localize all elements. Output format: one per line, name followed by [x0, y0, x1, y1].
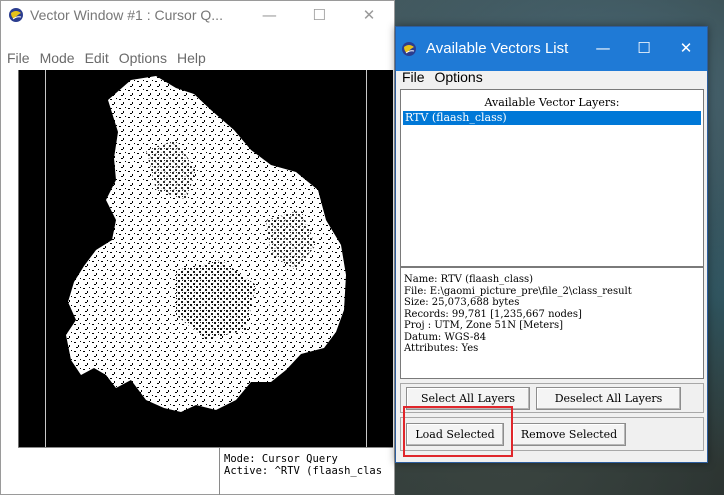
info-datum: Datum: WGS-84	[404, 331, 487, 343]
info-file: File: E:\gaomi_picture_pre\file_2\class_…	[404, 285, 632, 297]
info-attributes: Attributes: Yes	[404, 343, 479, 354]
info-records: Records: 99,781 [1,235,667 nodes]	[404, 308, 582, 320]
avl-titlebar[interactable]: Available Vectors List — ☐ ✕	[396, 27, 707, 71]
maximize-button[interactable]: ☐	[624, 36, 664, 60]
envi-globe-icon	[8, 7, 24, 23]
menu-mode[interactable]: Mode	[40, 50, 75, 66]
envi-globe-icon	[401, 41, 417, 57]
menu-options[interactable]: Options	[119, 50, 167, 66]
menu-file[interactable]: File	[402, 69, 425, 85]
minimize-button[interactable]: —	[244, 1, 294, 29]
maximize-button[interactable]: ☐	[294, 1, 344, 29]
status-active-layer: Active: ^RTV (flaash_clas	[224, 465, 383, 477]
menu-edit[interactable]: Edit	[85, 50, 109, 66]
vector-layers-list[interactable]: Available Vector Layers: RTV (flaash_cla…	[400, 89, 704, 267]
vector-window: Vector Window #1 : Cursor Q... — ☐ ✕ Fil…	[0, 0, 395, 495]
close-button[interactable]: ✕	[344, 1, 394, 29]
status-divider	[219, 448, 220, 495]
vector-window-titlebar[interactable]: Vector Window #1 : Cursor Q... — ☐ ✕	[1, 1, 394, 29]
layers-header: Available Vector Layers:	[484, 96, 620, 109]
minimize-button[interactable]: —	[583, 36, 623, 60]
available-vectors-window: Available Vectors List — ☐ ✕ File Option…	[395, 26, 708, 463]
remove-selected-button[interactable]: Remove Selected	[512, 423, 626, 446]
info-proj: Proj : UTM, Zone 51N [Meters]	[404, 320, 564, 331]
info-size: Size: 25,073,688 bytes	[404, 297, 520, 308]
avl-title: Available Vectors List	[426, 40, 569, 57]
avl-menubar: File Options	[402, 69, 489, 87]
deselect-all-layers-button[interactable]: Deselect All Layers	[536, 387, 681, 410]
vector-window-menubar: File Mode Edit Options Help	[1, 47, 394, 69]
layer-item-rtv[interactable]: RTV (flaash_class)	[403, 111, 701, 125]
vector-map-canvas[interactable]	[45, 70, 367, 447]
layer-info-panel: Name: RTV (flaash_class) File: E:\gaomi_…	[400, 267, 704, 379]
menu-options[interactable]: Options	[434, 69, 482, 85]
menu-help[interactable]: Help	[177, 50, 206, 66]
status-mode: Mode: Cursor Query	[224, 453, 338, 465]
map-frame	[18, 70, 393, 447]
status-text: Mode: Cursor Query Active: ^RTV (flaash_…	[224, 453, 394, 477]
info-name: Name: RTV (flaash_class)	[404, 274, 534, 285]
menu-file[interactable]: File	[7, 50, 30, 66]
highlight-annotation	[403, 406, 513, 457]
close-button[interactable]: ✕	[666, 36, 706, 60]
vector-layer-shape	[66, 76, 346, 412]
vector-window-title: Vector Window #1 : Cursor Q...	[30, 7, 223, 23]
status-bar: Mode: Cursor Query Active: ^RTV (flaash_…	[18, 447, 394, 495]
